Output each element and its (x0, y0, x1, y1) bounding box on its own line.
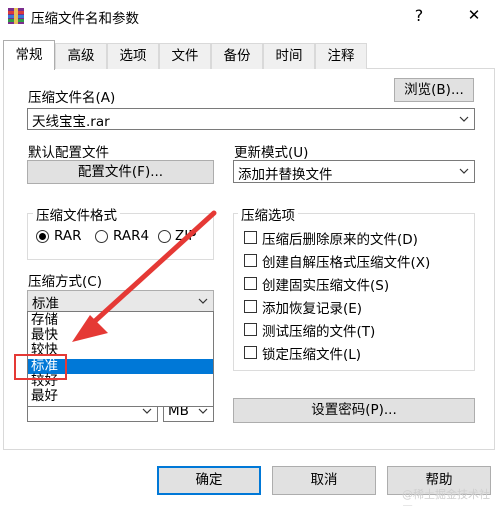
checkbox-recovery-record-label[interactable]: 添加恢复记录(E) (262, 297, 362, 317)
tab-time[interactable]: 时间 (263, 43, 315, 69)
chevron-down-icon[interactable] (458, 165, 470, 177)
checkbox-delete-after-label[interactable]: 压缩后删除原来的文件(D) (262, 228, 418, 248)
chevron-down-icon[interactable] (197, 295, 209, 307)
radio-rar4[interactable] (95, 230, 108, 243)
checkbox-delete-after[interactable] (244, 231, 257, 244)
checkbox-test-files-label[interactable]: 测试压缩的文件(T) (262, 320, 375, 340)
title-bar: 压缩文件名和参数 ? ✕ (0, 0, 500, 32)
archive-name-label: 压缩文件名(A) (28, 90, 116, 106)
radio-zip-label[interactable]: ZIP (175, 228, 196, 244)
profile-button[interactable]: 配置文件(F)... (27, 160, 214, 184)
checkbox-solid-label[interactable]: 创建固实压缩文件(S) (262, 274, 389, 294)
checkbox-create-sfx[interactable] (244, 254, 257, 267)
tab-general[interactable]: 常规 (3, 40, 55, 70)
checkbox-test-files[interactable] (244, 323, 257, 336)
tab-files[interactable]: 文件 (159, 43, 211, 69)
compression-options-group-title: 压缩选项 (238, 204, 298, 224)
update-mode-select[interactable]: 添加并替换文件 (233, 160, 475, 183)
close-button[interactable]: ✕ (451, 0, 497, 32)
archive-name-value: 天线宝宝.rar (32, 114, 110, 130)
update-mode-label: 更新模式(U) (234, 145, 309, 161)
browse-button[interactable]: 浏览(B)... (394, 78, 474, 102)
radio-rar4-label[interactable]: RAR4 (113, 228, 149, 244)
radio-rar[interactable] (36, 230, 49, 243)
method-value: 标准 (32, 296, 59, 312)
annotation-highlight-box (14, 354, 67, 380)
checkbox-solid[interactable] (244, 277, 257, 290)
watermark-text: @稀土掘金技术社区 (402, 488, 490, 506)
archive-format-group-title: 压缩文件格式 (33, 204, 120, 224)
chevron-down-icon[interactable] (458, 113, 470, 125)
checkbox-recovery-record[interactable] (244, 300, 257, 313)
tab-backup[interactable]: 备份 (211, 43, 263, 69)
archive-name-combo[interactable]: 天线宝宝.rar (27, 108, 475, 130)
checkbox-create-sfx-label[interactable]: 创建自解压格式压缩文件(X) (262, 251, 430, 271)
dropdown-option-fastest[interactable]: 最快 (28, 328, 213, 343)
checkbox-lock-archive[interactable] (244, 346, 257, 359)
set-password-button[interactable]: 设置密码(P)... (233, 398, 475, 423)
method-select[interactable]: 标准 (27, 290, 214, 312)
dropdown-option-store[interactable]: 存储 (28, 313, 213, 328)
dropdown-option-best[interactable]: 最好 (28, 389, 213, 404)
winrar-app-icon (8, 8, 24, 24)
checkbox-lock-archive-label[interactable]: 锁定压缩文件(L) (262, 343, 361, 363)
default-profile-label: 默认配置文件 (28, 145, 109, 161)
update-mode-value: 添加并替换文件 (238, 167, 333, 183)
radio-zip[interactable] (158, 230, 171, 243)
window-title: 压缩文件名和参数 (31, 11, 139, 27)
title-help-button[interactable]: ? (396, 0, 442, 32)
tab-options[interactable]: 选项 (107, 43, 159, 69)
method-label: 压缩方式(C) (28, 274, 102, 290)
tab-comment[interactable]: 注释 (315, 43, 367, 69)
ok-button[interactable]: 确定 (157, 466, 261, 495)
tab-advanced[interactable]: 高级 (55, 43, 107, 69)
cancel-button[interactable]: 取消 (272, 466, 376, 495)
radio-rar-label[interactable]: RAR (54, 228, 81, 244)
